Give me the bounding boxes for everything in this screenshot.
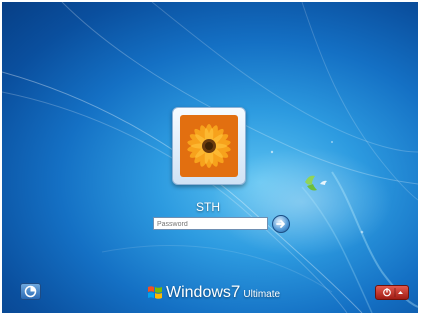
ease-of-access-icon [24,285,37,298]
logon-screen: STH Windows7 Ultimate [2,2,418,313]
windows-wordmark: Windows [166,284,231,301]
windows-branding: Windows7 Ultimate [147,282,280,302]
ease-of-access-button[interactable] [20,283,41,300]
screenshot-frame: STH Windows7 Ultimate [0,0,424,319]
triangle-up-icon[interactable] [398,291,403,294]
password-field[interactable] [153,217,268,230]
windows-flag-icon [148,286,162,299]
version-number: 7 [230,282,241,301]
password-input[interactable] [157,219,267,230]
user-picture-frame[interactable] [172,107,246,185]
user-picture [180,115,238,177]
edition-label: Ultimate [243,289,281,300]
shutdown-button[interactable] [375,285,409,300]
power-button-graphic [383,288,403,297]
power-icon [383,288,391,297]
username-label: STH [196,200,220,214]
submit-button[interactable] [272,215,290,233]
arrow-right-icon [276,220,285,228]
